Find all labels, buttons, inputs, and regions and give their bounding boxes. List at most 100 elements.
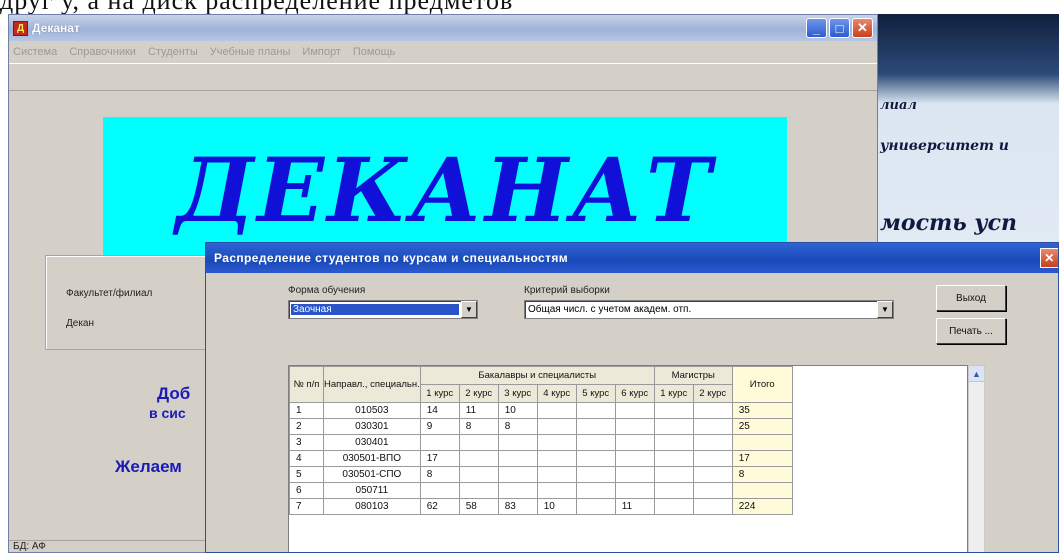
menu-item-import[interactable]: Импорт	[302, 46, 340, 58]
table-row[interactable]: 1 010503 14 11 10 35	[289, 402, 793, 419]
bachelor-course-cell[interactable]	[497, 466, 538, 483]
specialty-cell[interactable]: 030501-ВПО	[323, 450, 421, 467]
bachelor-course-cell[interactable]	[536, 418, 577, 435]
table-row[interactable]: 2 030301 9 8 8 25	[289, 418, 793, 435]
maximize-button[interactable]: □	[829, 18, 850, 38]
specialty-cell[interactable]: 050711	[323, 482, 421, 499]
row-number-cell[interactable]: 4	[289, 450, 324, 467]
bachelor-course-cell[interactable]	[458, 466, 499, 483]
total-cell[interactable]: 17	[731, 450, 793, 467]
total-cell[interactable]: 224	[731, 498, 793, 515]
master-course-cell[interactable]	[653, 450, 694, 467]
master-course-cell[interactable]	[653, 418, 694, 435]
bachelor-course-cell[interactable]	[575, 434, 616, 451]
table-row[interactable]: 6 050711	[289, 482, 793, 499]
total-cell[interactable]: 8	[731, 466, 793, 483]
master-course-cell[interactable]	[692, 402, 733, 419]
specialty-cell[interactable]: 030401	[323, 434, 421, 451]
bachelor-course-cell[interactable]: 14	[419, 402, 460, 419]
bachelor-course-cell[interactable]	[614, 482, 655, 499]
master-course-cell[interactable]	[653, 402, 694, 419]
menu-item-curricula[interactable]: Учебные планы	[210, 46, 291, 58]
bachelor-course-cell[interactable]	[614, 466, 655, 483]
total-cell[interactable]	[731, 434, 793, 451]
specialty-cell[interactable]: 030301	[323, 418, 421, 435]
dialog-close-button[interactable]: ✕	[1040, 248, 1058, 268]
table-row[interactable]: 3 030401	[289, 434, 793, 451]
master-course-cell[interactable]	[653, 482, 694, 499]
minimize-button[interactable]: _	[806, 18, 827, 38]
chevron-down-icon[interactable]: ▼	[877, 301, 893, 318]
bachelor-course-cell[interactable]	[575, 466, 616, 483]
master-course-cell[interactable]	[653, 466, 694, 483]
close-button[interactable]: ✕	[852, 18, 873, 38]
bachelor-course-cell[interactable]	[536, 482, 577, 499]
bachelor-course-cell[interactable]	[536, 434, 577, 451]
bachelor-course-cell[interactable]	[419, 434, 460, 451]
bachelor-course-cell[interactable]: 58	[458, 498, 499, 515]
menu-item-students[interactable]: Студенты	[148, 46, 198, 58]
master-course-cell[interactable]	[692, 482, 733, 499]
bachelor-course-cell[interactable]	[575, 450, 616, 467]
specialty-cell[interactable]: 080103	[323, 498, 421, 515]
row-number-cell[interactable]: 3	[289, 434, 324, 451]
specialty-cell[interactable]: 030501-СПО	[323, 466, 421, 483]
table-row[interactable]: 7 080103 62 58 83 10 11 224	[289, 498, 793, 515]
table-row[interactable]: 4 030501-ВПО 17 17	[289, 450, 793, 467]
dialog-titlebar[interactable]: Распределение студентов по курсам и спец…	[206, 243, 1058, 273]
criterion-select[interactable]: Общая числ. с учетом академ. отп. ▼	[524, 300, 894, 319]
specialty-cell[interactable]: 010503	[323, 402, 421, 419]
bachelor-course-cell[interactable]	[458, 450, 499, 467]
bachelor-course-cell[interactable]	[497, 482, 538, 499]
print-button[interactable]: Печать ...	[936, 318, 1006, 344]
bachelor-course-cell[interactable]	[419, 482, 460, 499]
bachelor-course-cell[interactable]: 62	[419, 498, 460, 515]
bachelor-course-cell[interactable]: 8	[458, 418, 499, 435]
total-cell[interactable]: 25	[731, 418, 793, 435]
bachelor-course-cell[interactable]: 10	[497, 402, 538, 419]
bachelor-course-cell[interactable]: 17	[419, 450, 460, 467]
chevron-down-icon[interactable]: ▼	[461, 301, 477, 318]
master-course-cell[interactable]	[692, 466, 733, 483]
bachelor-course-cell[interactable]	[536, 466, 577, 483]
bachelor-course-cell[interactable]	[536, 450, 577, 467]
bachelor-course-cell[interactable]	[575, 402, 616, 419]
row-number-cell[interactable]: 6	[289, 482, 324, 499]
total-cell[interactable]	[731, 482, 793, 499]
bachelor-course-cell[interactable]: 9	[419, 418, 460, 435]
bachelor-course-cell[interactable]: 83	[497, 498, 538, 515]
table-row[interactable]: 5 030501-СПО 8 8	[289, 466, 793, 483]
total-cell[interactable]: 35	[731, 402, 793, 419]
bachelor-course-cell[interactable]	[497, 450, 538, 467]
bachelor-course-cell[interactable]	[458, 434, 499, 451]
bachelor-course-cell[interactable]	[575, 418, 616, 435]
row-number-cell[interactable]: 2	[289, 418, 324, 435]
bachelor-course-cell[interactable]	[575, 482, 616, 499]
main-titlebar[interactable]: Д Деканат _ □ ✕	[9, 15, 877, 41]
exit-button[interactable]: Выход	[936, 285, 1006, 311]
master-course-cell[interactable]	[692, 498, 733, 515]
bachelor-course-cell[interactable]	[614, 402, 655, 419]
table-scrollbar[interactable]: ▲	[968, 365, 985, 552]
master-course-cell[interactable]	[653, 498, 694, 515]
bachelor-course-cell[interactable]	[614, 450, 655, 467]
bachelor-course-cell[interactable]	[614, 434, 655, 451]
form-select[interactable]: Заочная ▼	[288, 300, 478, 319]
master-course-cell[interactable]	[692, 434, 733, 451]
menu-item-references[interactable]: Справочники	[69, 46, 136, 58]
bachelor-course-cell[interactable]	[497, 434, 538, 451]
menu-item-help[interactable]: Помощь	[353, 46, 396, 58]
bachelor-course-cell[interactable]: 8	[419, 466, 460, 483]
master-course-cell[interactable]	[653, 434, 694, 451]
master-course-cell[interactable]	[692, 418, 733, 435]
bachelor-course-cell[interactable]: 8	[497, 418, 538, 435]
row-number-cell[interactable]: 7	[289, 498, 324, 515]
bachelor-course-cell[interactable]: 10	[536, 498, 577, 515]
bachelor-course-cell[interactable]: 11	[614, 498, 655, 515]
row-number-cell[interactable]: 5	[289, 466, 324, 483]
bachelor-course-cell[interactable]	[614, 418, 655, 435]
bachelor-course-cell[interactable]	[536, 402, 577, 419]
bachelor-course-cell[interactable]	[458, 482, 499, 499]
bachelor-course-cell[interactable]	[575, 498, 616, 515]
master-course-cell[interactable]	[692, 450, 733, 467]
